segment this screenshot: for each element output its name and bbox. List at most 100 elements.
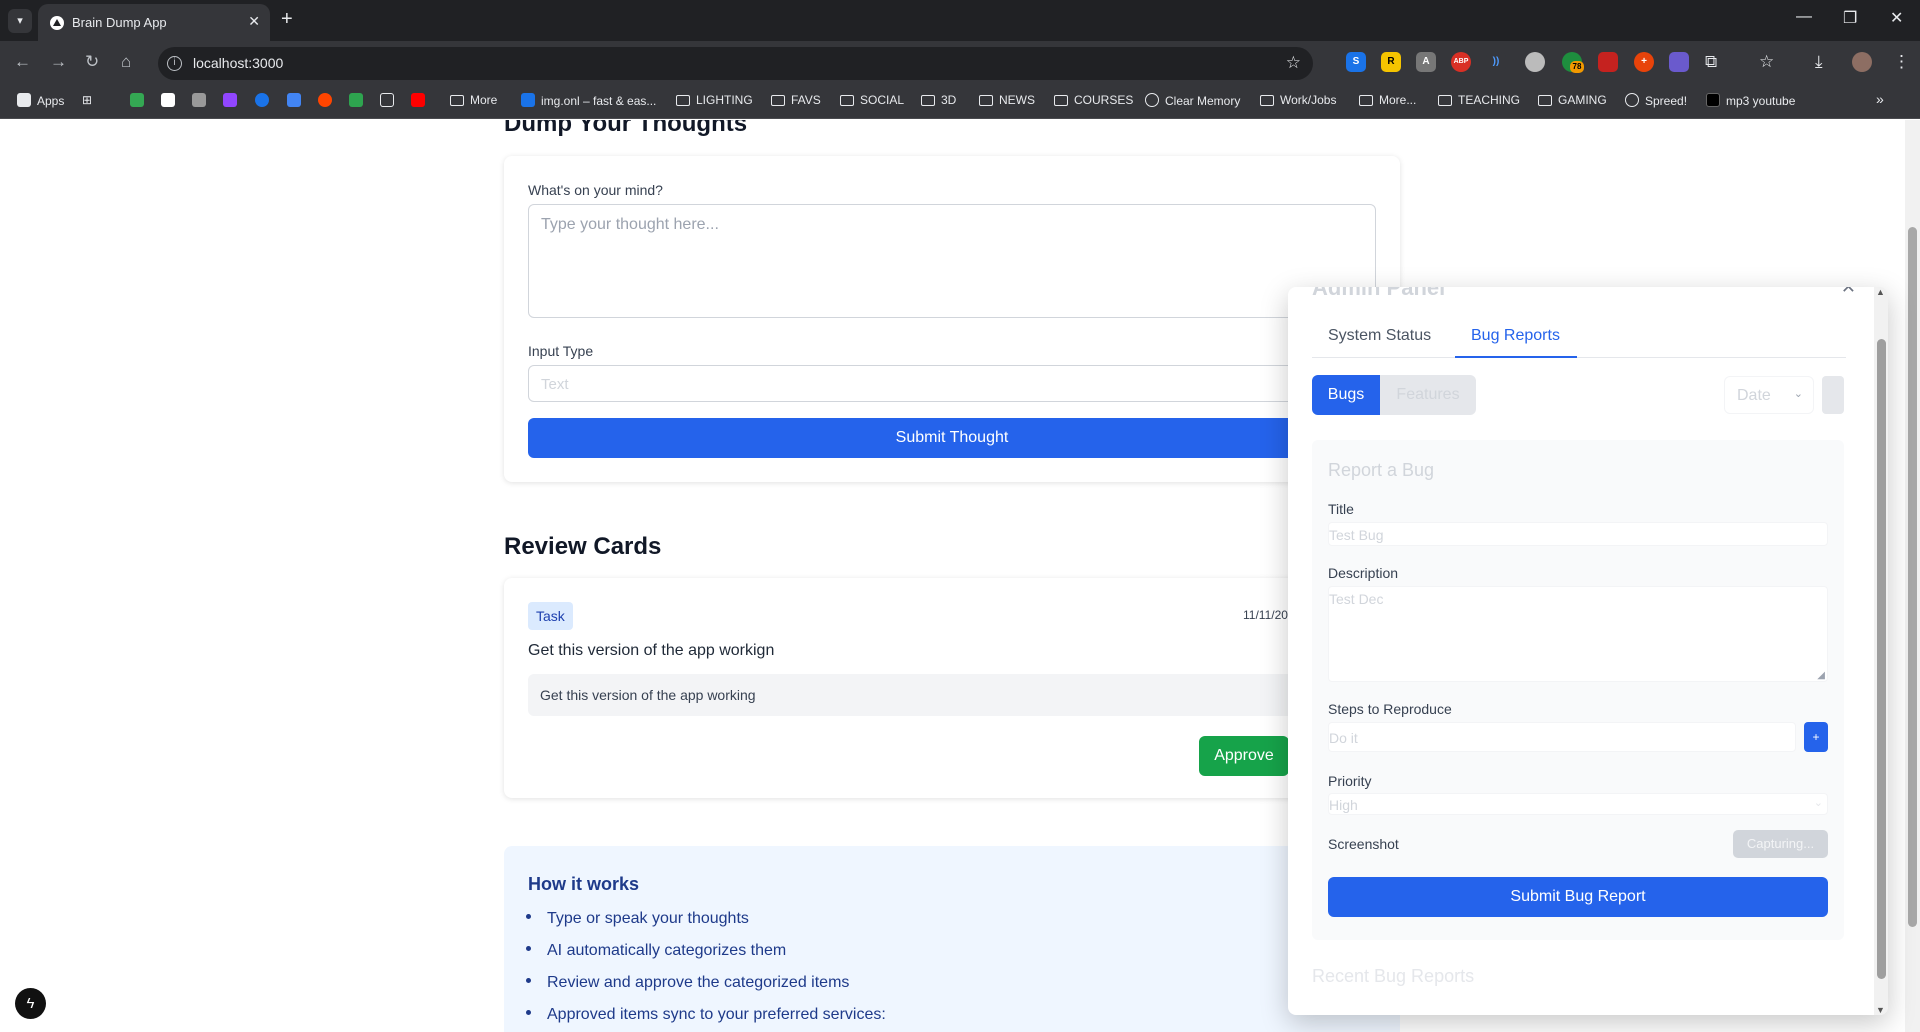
extension-icon[interactable] (1669, 52, 1689, 72)
thought-textarea[interactable]: Type your thought here... (528, 204, 1376, 318)
extension-icon[interactable]: R (1381, 52, 1401, 72)
description-value: Test Dec (1329, 591, 1384, 607)
bookmark-icon[interactable] (161, 93, 181, 108)
profile-avatar[interactable] (1852, 52, 1872, 72)
steps-value: Do it (1329, 730, 1358, 746)
adblock-icon[interactable]: ABP (1451, 52, 1471, 72)
folder-icon (1054, 95, 1068, 106)
segment-bugs[interactable]: Bugs (1312, 375, 1380, 415)
browser-tab-strip: ▾ Brain Dump App ✕ + — ❐ ✕ (0, 0, 1920, 41)
priority-label: Priority (1328, 773, 1372, 789)
extension-icon[interactable] (1598, 52, 1618, 72)
bookmark-icon[interactable] (380, 93, 400, 108)
bookmark-folder-teaching[interactable]: TEACHING (1438, 93, 1520, 107)
forward-icon[interactable]: → (50, 52, 67, 72)
minimize-icon[interactable]: — (1796, 8, 1812, 26)
steps-input[interactable]: Do it (1328, 722, 1796, 752)
admin-scrollbar-thumb[interactable] (1877, 339, 1886, 979)
bookmark-folder-3d[interactable]: 3D (921, 93, 956, 107)
input-type-select[interactable]: Text (528, 365, 1376, 402)
back-icon[interactable]: ← (14, 52, 31, 72)
bookmark-spreed[interactable]: Spreed! (1625, 93, 1687, 108)
bookmark-folder-work[interactable]: Work/Jobs (1260, 93, 1336, 107)
bookmark-icon[interactable] (223, 93, 243, 108)
window-close-icon[interactable]: ✕ (1890, 8, 1903, 28)
card-title: Get this version of the app workign (528, 642, 775, 659)
submit-bug-report-button[interactable]: Submit Bug Report (1328, 877, 1828, 917)
restore-icon[interactable]: ❐ (1843, 8, 1857, 28)
bookmark-folder-social[interactable]: SOCIAL (840, 93, 904, 107)
address-bar[interactable]: i localhost:3000 ☆ (158, 47, 1313, 80)
admin-close-icon[interactable]: ✕ (1841, 287, 1856, 298)
extension-icon[interactable] (1525, 52, 1545, 72)
bookmark-folder-lighting[interactable]: LIGHTING (676, 93, 753, 107)
folder-icon (1438, 95, 1452, 106)
browser-toolbar: ← → ↻ ⌂ i localhost:3000 ☆ S R A ABP )) … (0, 41, 1920, 85)
priority-select[interactable]: High ⌄ (1328, 793, 1828, 815)
extensions-puzzle-icon[interactable]: ⧉ (1705, 52, 1717, 72)
submit-thought-button[interactable]: Submit Thought (528, 418, 1376, 458)
bookmarks-icon[interactable]: ☆ (1759, 52, 1774, 72)
title-input[interactable]: Test Bug (1328, 522, 1828, 546)
download-icon[interactable]: ⤓ (1815, 52, 1823, 72)
folder-icon (840, 95, 854, 106)
extension-icon[interactable]: A (1416, 52, 1436, 72)
bookmark-star-icon[interactable]: ☆ (1286, 53, 1301, 73)
tab-system-status[interactable]: System Status (1328, 327, 1431, 345)
how-list-item: Approved items sync to your preferred se… (526, 1004, 886, 1032)
sort-order-button[interactable] (1822, 376, 1844, 414)
scroll-down-icon[interactable]: ▼ (1876, 1005, 1885, 1015)
folder-icon (921, 95, 935, 106)
segment-features[interactable]: Features (1380, 375, 1476, 415)
bookmark-folder-more2[interactable]: More... (1359, 93, 1416, 107)
tab-bug-reports[interactable]: Bug Reports (1471, 327, 1560, 345)
menu-dots-icon[interactable]: ⋮ (1893, 52, 1910, 72)
new-tab-icon[interactable]: + (281, 8, 293, 31)
review-heading: Review Cards (504, 533, 662, 560)
youtube-icon[interactable] (411, 93, 431, 108)
bookmark-clear-memory[interactable]: Clear Memory (1145, 93, 1240, 108)
reload-icon[interactable]: ↻ (85, 52, 99, 72)
bookmark-icon[interactable] (349, 93, 369, 108)
bookmark-icon[interactable] (287, 93, 307, 108)
bookmark-folder-courses[interactable]: COURSES (1054, 93, 1133, 107)
title-label: Title (1328, 501, 1354, 517)
grid-icon[interactable]: ⊞ (82, 93, 92, 107)
bookmark-folder-news[interactable]: NEWS (979, 93, 1035, 107)
bookmark-icon[interactable] (255, 93, 275, 108)
dev-tools-lightning-icon[interactable]: ϟ (15, 988, 46, 1019)
tab-close-icon[interactable]: ✕ (248, 13, 260, 30)
sort-select[interactable]: Date ⌄ (1724, 376, 1814, 414)
bookmarks-overflow-icon[interactable]: » (1876, 91, 1884, 107)
capture-button[interactable]: Capturing... (1733, 830, 1828, 858)
tab-search-dropdown-icon[interactable]: ▾ (8, 9, 32, 33)
admin-panel-title: Admin Panel (1312, 287, 1446, 300)
page-scrollbar-thumb[interactable] (1908, 227, 1917, 927)
approve-button[interactable]: Approve (1199, 736, 1289, 776)
site-info-icon[interactable]: i (167, 56, 182, 71)
extension-badge: 78 (1570, 61, 1584, 73)
bookmark-icon[interactable] (318, 93, 338, 108)
bookmark-img-onl[interactable]: img.onl – fast & eas... (521, 93, 656, 108)
bookmark-icon[interactable] (130, 93, 150, 108)
bookmark-folder-more[interactable]: More (450, 93, 497, 107)
folder-icon (771, 95, 785, 106)
bookmark-folder-gaming[interactable]: GAMING (1538, 93, 1607, 107)
scroll-up-icon[interactable]: ▲ (1876, 287, 1885, 297)
bookmark-folder-favs[interactable]: FAVS (771, 93, 821, 107)
bookmark-icon[interactable] (192, 93, 212, 108)
browser-tab[interactable]: Brain Dump App ✕ (38, 4, 270, 41)
add-step-button[interactable]: + (1804, 722, 1828, 752)
extension-icon[interactable]: + (1634, 52, 1654, 72)
resize-handle-icon[interactable]: ◢ (1817, 670, 1825, 681)
extension-icon[interactable]: S (1346, 52, 1366, 72)
how-list-item: Review and approve the categorized items (526, 972, 886, 1004)
bookmark-mp3-youtube[interactable]: mp3 youtube (1706, 93, 1795, 108)
home-icon[interactable]: ⌂ (121, 52, 131, 72)
page-scrollbar[interactable] (1905, 120, 1920, 1032)
extension-icon[interactable]: )) (1486, 52, 1506, 72)
url-text[interactable]: localhost:3000 (193, 55, 283, 71)
bookmark-apps[interactable]: Apps (17, 93, 64, 108)
admin-scrollbar[interactable]: ▲ ▼ (1874, 287, 1888, 1015)
description-textarea[interactable]: Test Dec ◢ (1328, 586, 1828, 682)
